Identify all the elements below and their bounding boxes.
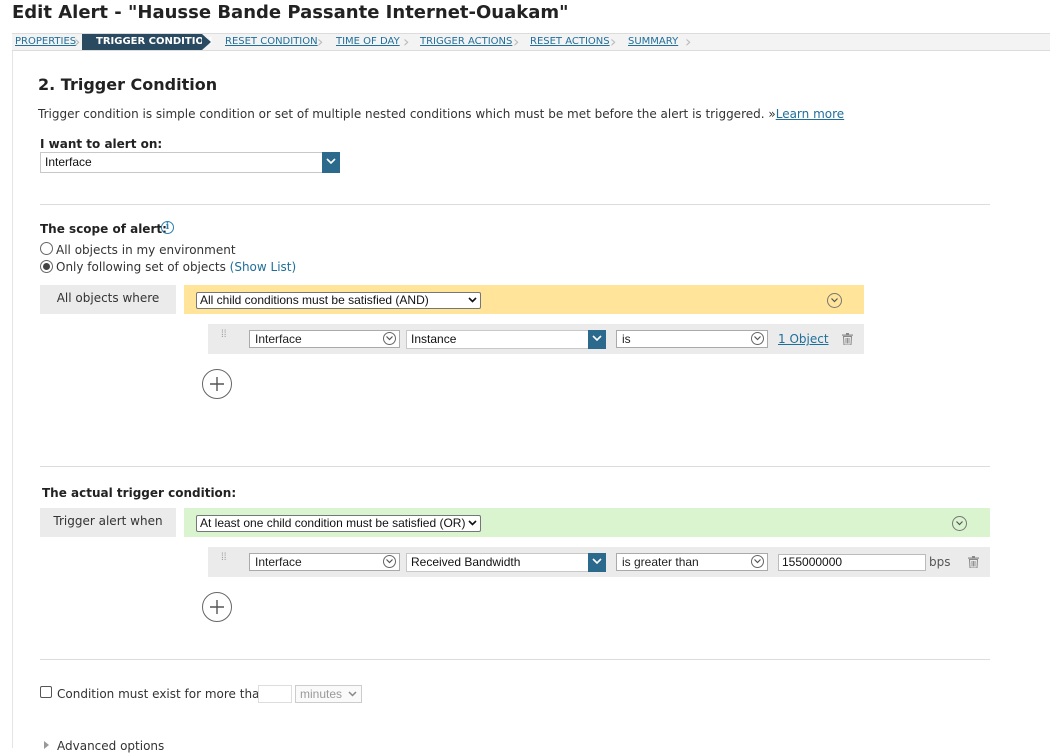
add-scope-condition-button[interactable] <box>202 369 232 399</box>
step-trigger-condition[interactable]: TRIGGER CONDITION <box>82 34 212 50</box>
trigger-group-bar: At least one child condition must be sat… <box>184 508 990 537</box>
scope-group-operator-value: All child conditions must be satisfied (… <box>200 293 429 307</box>
trigger-group-operator-select[interactable]: At least one child condition must be sat… <box>196 515 481 532</box>
trigger-value-input[interactable]: 155000000 <box>778 554 926 571</box>
chevron-down-icon <box>751 555 764 568</box>
drag-handle-icon[interactable]: ⁞⁞ <box>221 330 229 345</box>
scope-group-operator-select[interactable]: All child conditions must be satisfied (… <box>196 292 481 309</box>
step-trigger-actions[interactable]: TRIGGER ACTIONS <box>420 34 512 50</box>
chevron-down-icon <box>383 555 396 568</box>
chevron-down-icon <box>468 297 477 303</box>
step-time-of-day[interactable]: TIME OF DAY <box>336 34 400 50</box>
chevron-right-icon: › <box>513 32 520 51</box>
advanced-options-label: Advanced options <box>57 739 165 753</box>
description-text: Trigger condition is simple condition or… <box>38 107 776 121</box>
trigger-alert-when-label: Trigger alert when <box>40 508 176 537</box>
divider <box>40 659 990 660</box>
chevron-down-icon <box>468 520 477 526</box>
scope-property-value: Instance <box>411 332 457 346</box>
drag-handle-icon[interactable]: ⁞⁞ <box>221 553 229 568</box>
scope-condition-row: ⁞⁞ Interface Instance is 1 Object <box>208 324 864 354</box>
scope-object-value: Interface <box>255 332 302 346</box>
chevron-down-icon[interactable] <box>588 330 606 349</box>
plus-icon <box>210 600 224 614</box>
section-heading: 2. Trigger Condition <box>38 75 218 94</box>
trigger-condition-row: ⁞⁞ Interface Received Bandwidth is great… <box>208 547 990 577</box>
condition-duration-label: Condition must exist for more than <box>57 687 268 701</box>
scope-property-select[interactable]: Instance <box>406 330 606 349</box>
duration-unit-value: minutes <box>300 687 343 701</box>
chevron-down-icon[interactable] <box>588 553 606 572</box>
trash-icon[interactable] <box>842 333 853 345</box>
page-title: Edit Alert - "Hausse Bande Passante Inte… <box>12 2 569 23</box>
chevron-down-icon <box>383 332 396 345</box>
scope-label: The scope of alert: <box>40 222 167 236</box>
trigger-group-operator-value: At least one child condition must be sat… <box>200 516 466 530</box>
trigger-operator-select[interactable]: is greater than <box>616 553 768 571</box>
add-trigger-condition-button[interactable] <box>202 592 232 622</box>
trigger-property-value: Received Bandwidth <box>411 555 521 569</box>
alert-on-label: I want to alert on: <box>40 137 163 151</box>
radio-following-objects-text: Only following set of objects <box>56 260 226 274</box>
radio-following-objects[interactable] <box>40 260 53 273</box>
scope-operator-select[interactable]: is <box>616 330 768 348</box>
trigger-label: The actual trigger condition: <box>42 486 237 500</box>
chevron-right-icon: › <box>403 32 410 51</box>
trigger-operator-value: is greater than <box>622 555 699 569</box>
chevron-down-icon <box>348 691 357 697</box>
scope-value-link[interactable]: 1 Object <box>778 332 829 346</box>
active-step-arrow-icon <box>202 34 211 50</box>
collapse-group-icon[interactable] <box>827 293 842 308</box>
chevron-right-icon: › <box>685 32 692 51</box>
divider <box>40 466 990 467</box>
scope-object-select[interactable]: Interface <box>249 330 400 348</box>
scope-operator-value: is <box>622 332 631 346</box>
advanced-options-toggle[interactable]: Advanced options <box>44 739 164 753</box>
info-icon[interactable]: i <box>161 221 174 234</box>
step-properties[interactable]: PROPERTIES <box>15 34 76 50</box>
divider <box>40 204 990 205</box>
alert-on-value: Interface <box>45 155 92 169</box>
scope-group-bar: All child conditions must be satisfied (… <box>184 285 864 314</box>
learn-more-link[interactable]: Learn more <box>776 107 844 121</box>
chevron-down-icon[interactable] <box>322 152 340 173</box>
chevron-right-icon: › <box>317 32 324 51</box>
wizard-steps: PROPERTIES › TRIGGER CONDITION RESET CON… <box>12 33 1050 51</box>
plus-icon <box>210 377 224 391</box>
section-description: Trigger condition is simple condition or… <box>38 107 844 121</box>
show-list-link[interactable]: (Show List) <box>230 260 297 274</box>
step-summary[interactable]: SUMMARY <box>628 34 678 50</box>
trigger-object-select[interactable]: Interface <box>249 553 400 571</box>
trash-icon[interactable] <box>968 556 979 568</box>
step-reset-actions[interactable]: RESET ACTIONS <box>530 34 610 50</box>
chevron-right-icon: › <box>74 32 81 51</box>
duration-amount-input[interactable] <box>258 685 292 703</box>
step-reset-condition[interactable]: RESET CONDITION <box>225 34 318 50</box>
all-objects-where-label: All objects where <box>40 285 176 314</box>
trigger-property-select[interactable]: Received Bandwidth <box>406 553 606 572</box>
radio-all-objects-label: All objects in my environment <box>56 243 236 257</box>
duration-unit-select[interactable]: minutes <box>295 685 362 703</box>
trigger-unit-label: bps <box>929 555 951 569</box>
radio-following-objects-label: Only following set of objects (Show List… <box>56 260 296 274</box>
chevron-down-icon <box>751 332 764 345</box>
condition-duration-checkbox[interactable] <box>40 686 52 698</box>
chevron-right-icon: › <box>610 32 617 51</box>
radio-all-objects[interactable] <box>40 242 53 255</box>
collapse-group-icon[interactable] <box>952 516 967 531</box>
trigger-object-value: Interface <box>255 555 302 569</box>
alert-on-select[interactable]: Interface <box>40 152 340 173</box>
